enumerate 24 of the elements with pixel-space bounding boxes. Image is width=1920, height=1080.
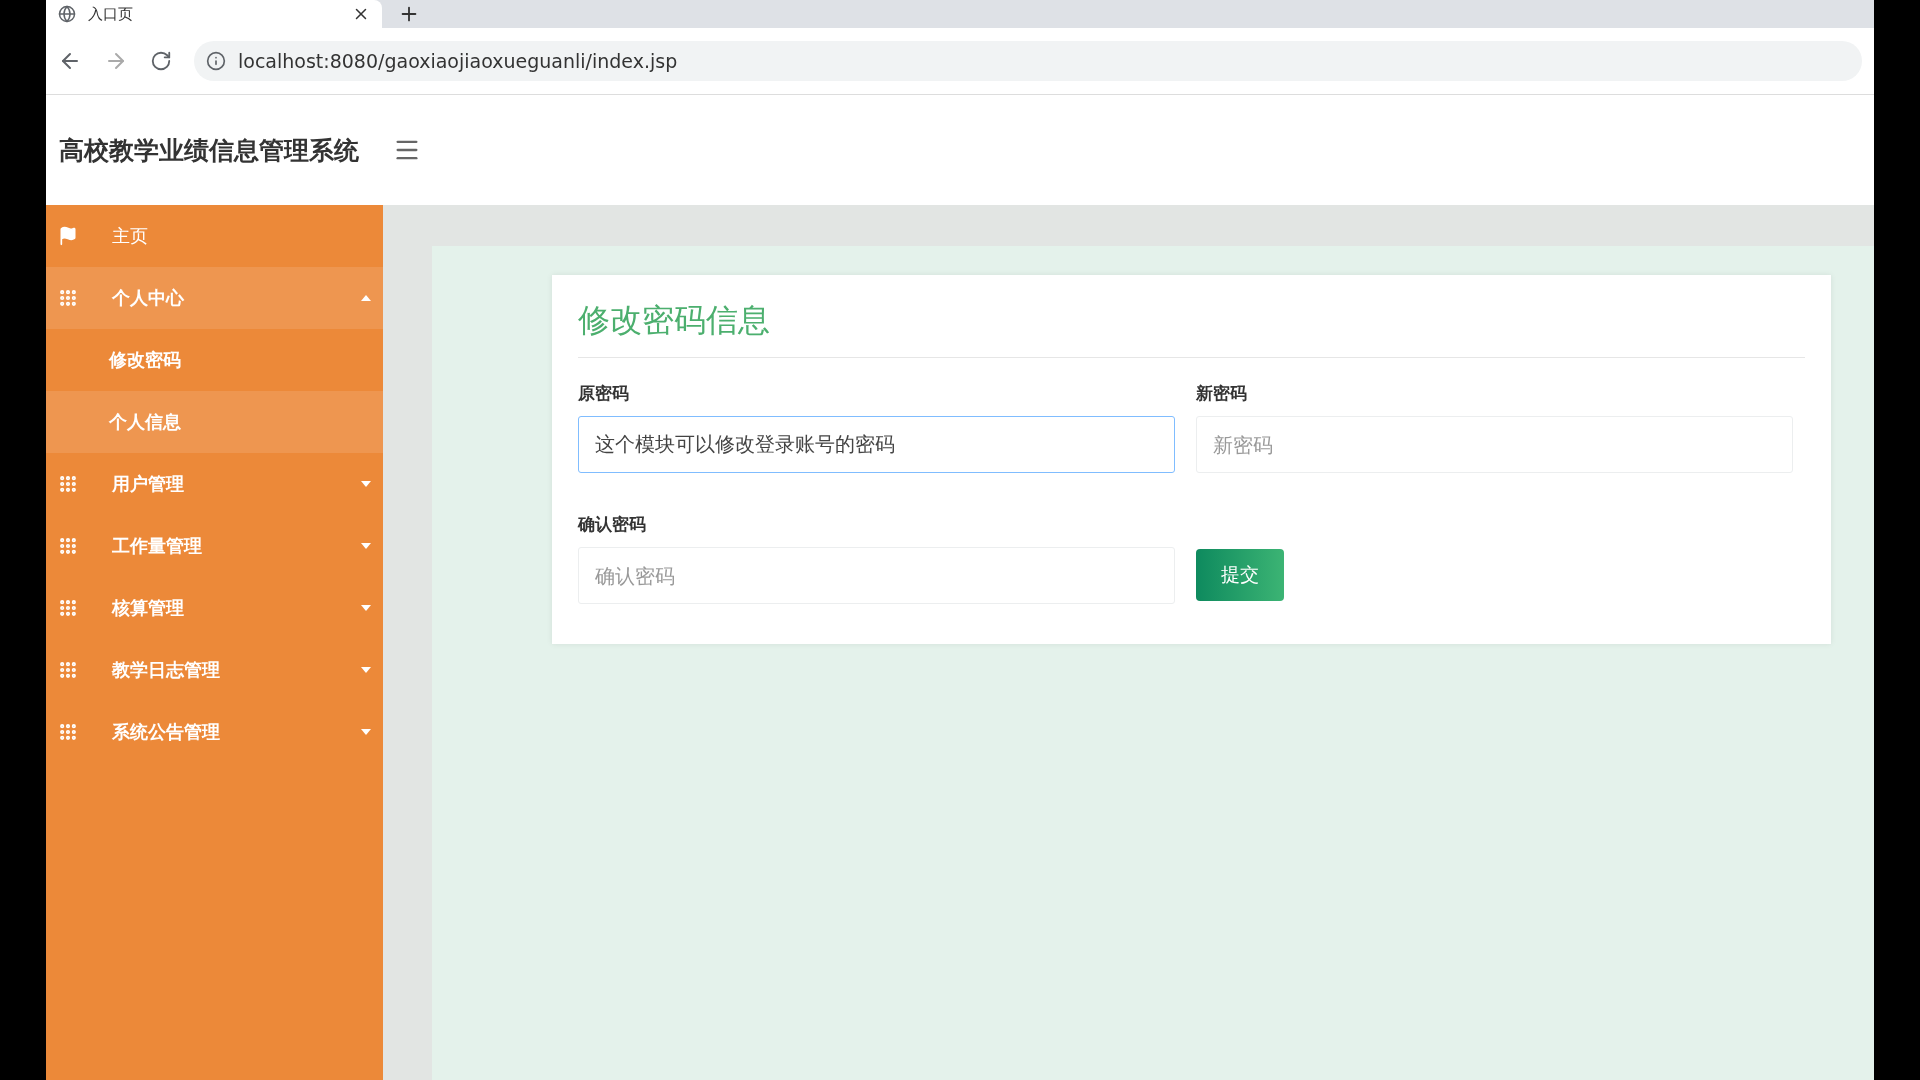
address-bar[interactable]: localhost:8080/gaoxiaojiaoxueguanli/index.jsp <box>194 41 1862 81</box>
browser-tab[interactable]: 入口页 <box>46 0 382 28</box>
grid-icon <box>58 474 78 494</box>
grid-icon <box>58 722 78 742</box>
submit-button[interactable]: 提交 <box>1196 549 1284 601</box>
grid-icon <box>58 598 78 618</box>
tab-title: 入口页 <box>88 4 134 24</box>
field-label: 新密码 <box>1196 382 1248 405</box>
sidebar-subitem[interactable]: 个人信息 <box>46 391 383 453</box>
input-field[interactable]: 确认密码 <box>578 547 1175 604</box>
grid-icon <box>58 288 78 308</box>
grid-icon <box>58 660 78 680</box>
field-label: 原密码 <box>578 382 630 405</box>
app-title: 高校教学业绩信息管理系统 <box>59 134 359 167</box>
form-title: 修改密码信息 <box>578 299 1805 358</box>
sidebar-item[interactable]: 个人中心 <box>46 267 383 329</box>
globe-icon <box>58 5 76 23</box>
field-label: 确认密码 <box>578 513 647 536</box>
grid-icon <box>58 536 78 556</box>
input-field[interactable]: 这个模块可以修改登录账号的密码 <box>578 416 1175 473</box>
input-field[interactable]: 新密码 <box>1196 416 1793 473</box>
flag-icon <box>58 226 78 246</box>
reload-icon[interactable] <box>150 50 172 72</box>
info-icon <box>206 51 226 71</box>
